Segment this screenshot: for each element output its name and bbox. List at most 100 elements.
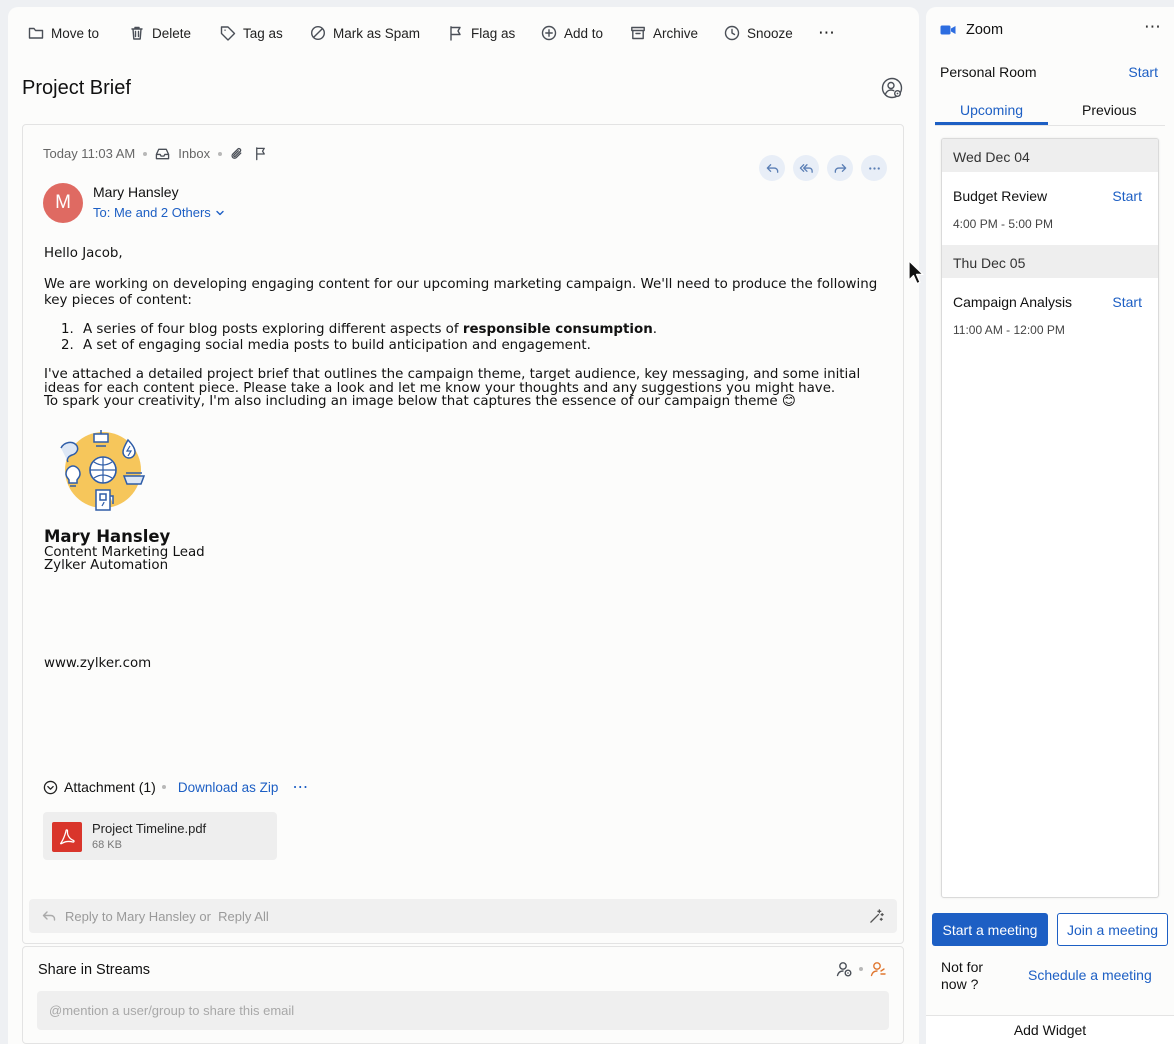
day-header: Thu Dec 05 xyxy=(942,245,1158,278)
tab-previous[interactable]: Previous xyxy=(1082,102,1136,118)
content-list: 1. A series of four blog posts exploring … xyxy=(61,322,657,354)
meeting-title: Campaign Analysis xyxy=(953,294,1073,310)
email-folder[interactable]: Inbox xyxy=(178,146,210,161)
meeting-start-button[interactable]: Start xyxy=(1112,294,1142,310)
mark-as-spam-button[interactable]: Mark as Spam xyxy=(310,23,420,43)
list-item: 2. A set of engaging social media posts t… xyxy=(61,338,657,354)
add-to-button[interactable]: Add to xyxy=(541,23,603,43)
zoom-camera-icon xyxy=(940,25,956,35)
start-meeting-button[interactable]: Start a meeting xyxy=(932,913,1048,946)
meeting-title: Budget Review xyxy=(953,188,1048,204)
personal-room-label: Personal Room xyxy=(940,64,1037,80)
forward-button[interactable] xyxy=(827,155,853,181)
reply-all-button[interactable] xyxy=(793,155,819,181)
more-dots-icon xyxy=(868,166,880,170)
not-for-now-link[interactable]: Not for now ? xyxy=(941,959,1001,993)
flag-icon[interactable] xyxy=(253,146,268,161)
join-meeting-button[interactable]: Join a meeting xyxy=(1057,913,1168,946)
mouse-cursor-icon xyxy=(908,260,924,285)
collapse-chevron-icon[interactable] xyxy=(43,780,58,795)
move-to-label: Move to xyxy=(51,25,100,41)
attachment-more-button[interactable]: ⋯ xyxy=(292,777,309,797)
forward-icon xyxy=(834,163,846,173)
reply-icon xyxy=(766,163,778,173)
reply-icon xyxy=(42,911,56,921)
list-number: 1. xyxy=(61,322,74,337)
reply-all-icon xyxy=(799,163,813,173)
attachments-label[interactable]: Attachment (1) xyxy=(64,779,156,795)
email-subject: Project Brief xyxy=(22,77,131,99)
meeting-item[interactable]: Budget Review Start 4:00 PM - 5:00 PM xyxy=(942,172,1158,245)
meeting-start-button[interactable]: Start xyxy=(1112,188,1142,204)
zoom-more-button[interactable]: ⋯ xyxy=(1144,17,1162,37)
tag-as-button[interactable]: Tag as xyxy=(220,23,283,43)
sender-avatar[interactable]: M xyxy=(43,183,83,223)
email-card: Today 11:03 AM Inbox M Mary Hansley To: … xyxy=(22,124,904,944)
meeting-time: 11:00 AM - 12:00 PM xyxy=(953,323,1065,337)
user-share-icon[interactable] xyxy=(869,960,887,978)
attachment-file[interactable]: Project Timeline.pdf 68 KB xyxy=(43,812,277,860)
mark-as-spam-label: Mark as Spam xyxy=(333,25,421,41)
email-paragraph: We are working on developing engaging co… xyxy=(44,277,878,308)
personal-room-start-button[interactable]: Start xyxy=(1128,64,1158,80)
user-settings-icon[interactable] xyxy=(835,960,853,978)
meeting-time: 4:00 PM - 5:00 PM xyxy=(953,217,1054,231)
download-zip-link[interactable]: Download as Zip xyxy=(178,780,279,795)
add-widget-button[interactable]: Add Widget xyxy=(926,1015,1174,1044)
list-item: 1. A series of four blog posts exploring … xyxy=(61,322,657,338)
zoom-header: Zoom xyxy=(940,22,1003,38)
streams-actions xyxy=(835,960,887,978)
paperclip-icon[interactable] xyxy=(230,146,245,161)
meeting-item[interactable]: Campaign Analysis Start 11:00 AM - 12:00… xyxy=(942,278,1158,351)
paragraph-line: ideas for each content piece. Please tak… xyxy=(44,380,836,396)
archive-label: Archive xyxy=(653,25,699,41)
toolbar-more-button[interactable]: ⋯ xyxy=(818,23,836,43)
snooze-label: Snooze xyxy=(747,25,793,41)
signature-name: Mary Hansley xyxy=(44,527,171,546)
reply-button[interactable] xyxy=(759,155,785,181)
attachment-file-size: 68 KB xyxy=(92,839,122,851)
snooze-button[interactable]: Snooze xyxy=(724,23,793,43)
signature-company: Zylker Automation xyxy=(44,558,169,573)
recipients-label: To: Me and 2 Others xyxy=(93,205,211,220)
trash-icon xyxy=(131,26,143,40)
attachments-header: Attachment (1) Download as Zip ⋯ xyxy=(43,777,309,797)
streams-title: Share in Streams xyxy=(38,962,151,978)
add-to-label: Add to xyxy=(564,25,604,41)
mail-view: Move to Delete Tag as Mark as Spam Flag … xyxy=(8,7,919,1044)
archive-button[interactable]: Archive xyxy=(630,23,698,43)
active-tab-indicator xyxy=(935,122,1048,125)
tab-upcoming[interactable]: Upcoming xyxy=(960,102,1023,118)
separator-dot xyxy=(859,967,863,971)
streams-mention-input[interactable] xyxy=(37,991,889,1030)
paragraph-line: To spark your creativity, I'm also inclu… xyxy=(44,394,796,409)
chevron-down-icon xyxy=(216,210,224,215)
flag-as-button[interactable]: Flag as xyxy=(448,23,515,43)
website-link[interactable]: www.zylker.com xyxy=(44,656,151,672)
schedule-meeting-link[interactable]: Schedule a meeting xyxy=(1028,967,1152,983)
list-text: A series of four blog posts exploring di… xyxy=(83,322,463,337)
share-in-streams: Share in Streams xyxy=(22,946,904,1044)
email-more-button[interactable] xyxy=(861,155,887,181)
reply-placeholder: Reply to Mary Hansley or Reply All xyxy=(65,908,269,924)
paragraph-line: I've attached a detailed project brief t… xyxy=(44,367,861,382)
email-signature: Mary Hansley Content Marketing Lead Zylk… xyxy=(44,527,205,573)
list-number: 2. xyxy=(61,338,74,353)
move-to-button[interactable]: Move to xyxy=(28,23,99,43)
meeting-list: Wed Dec 04 Budget Review Start 4:00 PM -… xyxy=(941,138,1159,898)
plus-circle-icon xyxy=(541,25,557,41)
recipients-dropdown[interactable]: To: Me and 2 Others xyxy=(93,205,225,220)
spam-icon xyxy=(310,25,326,41)
archive-icon xyxy=(631,26,645,40)
quick-reply-bar[interactable]: Reply to Mary Hansley or Reply All xyxy=(29,899,897,933)
magic-wand-icon[interactable] xyxy=(869,908,885,924)
contact-settings-icon[interactable] xyxy=(881,77,903,99)
list-bold-text: responsible consumption xyxy=(462,322,653,337)
separator-dot xyxy=(161,785,166,789)
folder-icon xyxy=(28,27,44,39)
attachment-file-name: Project Timeline.pdf xyxy=(92,821,207,836)
tag-icon xyxy=(220,26,236,41)
sender-name[interactable]: Mary Hansley xyxy=(93,184,179,200)
delete-button[interactable]: Delete xyxy=(129,23,191,43)
separator-dot xyxy=(218,151,223,156)
